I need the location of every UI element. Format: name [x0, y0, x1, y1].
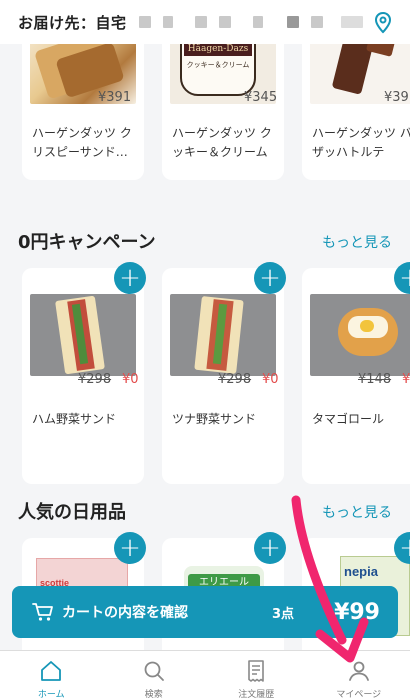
product-name: ハーゲンダッツ クッキー＆クリーム — [172, 126, 272, 159]
product-price: ¥391 — [98, 90, 132, 105]
view-cart-label: カートの内容を確認 — [62, 605, 188, 621]
product-image — [170, 294, 276, 376]
product-flavor-text: クッキー＆クリーム — [186, 61, 250, 69]
user-icon — [348, 661, 369, 681]
product-name: ハーゲンダッツ バー ザッハトルテ — [312, 126, 410, 159]
bottom-navigation: ホーム 検索 注文履歴 マイページ — [0, 650, 410, 700]
nav-my-page-label: マイページ — [336, 690, 382, 700]
product-price: ¥345 — [244, 90, 278, 105]
home-icon — [41, 661, 62, 681]
brand-text: nepia — [344, 564, 378, 579]
product-price: ¥39 — [384, 90, 409, 105]
cart-icon — [32, 603, 53, 621]
daily-goods-section-title: 人気の日用品 — [18, 502, 126, 523]
view-cart-button[interactable]: カートの内容を確認 3点 ¥99 — [12, 586, 398, 638]
receipt-icon — [248, 660, 265, 682]
product-brand-text: Häagen-Dazs — [184, 44, 252, 56]
add-to-cart-button[interactable]: + — [254, 532, 286, 564]
redacted-address — [138, 16, 375, 28]
plus-icon: + — [399, 263, 410, 293]
original-price: ¥298 — [78, 372, 112, 387]
product-name: ハム野菜サンド — [32, 412, 117, 426]
nav-my-page[interactable]: マイページ — [308, 651, 410, 700]
nav-order-history-label: 注文履歴 — [238, 690, 275, 700]
nav-order-history[interactable]: 注文履歴 — [205, 651, 308, 700]
delivery-header[interactable]: お届け先：自宅 — [0, 0, 410, 44]
plus-icon: + — [259, 263, 281, 293]
location-pin-icon[interactable] — [374, 12, 392, 34]
home-feed[interactable]: ¥391 ハーゲンダッツ クリスピーサンド… Häagen-Dazs クッキー＆… — [0, 44, 410, 650]
daily-goods-more-link[interactable]: もっと見る — [322, 502, 392, 522]
add-to-cart-button[interactable]: + — [254, 262, 286, 294]
add-to-cart-button[interactable]: + — [114, 532, 146, 564]
plus-icon: + — [399, 533, 410, 563]
campaign-section-title: 0円キャンペーン — [18, 232, 156, 253]
search-icon — [144, 661, 164, 681]
product-card[interactable]: ¥298 ¥0 ハム野菜サンド — [22, 268, 144, 484]
original-price: ¥298 — [218, 372, 252, 387]
nav-home[interactable]: ホーム — [0, 651, 103, 700]
product-image — [310, 294, 410, 376]
product-card[interactable]: ¥298 ¥0 ツナ野菜サンド — [162, 268, 284, 484]
cart-total: ¥99 — [334, 599, 380, 625]
nav-search[interactable]: 検索 — [103, 651, 206, 700]
plus-icon: + — [119, 263, 141, 293]
delivery-address-label: お届け先：自宅 — [18, 13, 127, 32]
campaign-price: ¥0 — [262, 372, 279, 387]
plus-icon: + — [119, 533, 141, 563]
nav-search-label: 検索 — [144, 690, 163, 700]
product-name: タマゴロール — [312, 412, 385, 426]
product-name: ツナ野菜サンド — [172, 412, 257, 426]
product-card[interactable]: ¥148 ¥0 タマゴロール — [302, 268, 410, 484]
product-name: ハーゲンダッツ クリスピーサンド… — [32, 126, 132, 159]
cart-item-count: 3点 — [271, 606, 294, 622]
campaign-price: ¥0 — [122, 372, 139, 387]
nav-home-label: ホーム — [37, 690, 65, 700]
campaign-more-link[interactable]: もっと見る — [322, 232, 392, 252]
product-card[interactable]: ¥39 ハーゲンダッツ バー ザッハトルテ — [302, 44, 410, 180]
product-card[interactable]: Häagen-Dazs クッキー＆クリーム ¥345 ハーゲンダッツ クッキー＆… — [162, 44, 284, 180]
product-card[interactable]: ¥391 ハーゲンダッツ クリスピーサンド… — [22, 44, 144, 180]
campaign-price: ¥0 — [402, 372, 410, 387]
plus-icon: + — [259, 533, 281, 563]
product-image — [30, 294, 136, 376]
add-to-cart-button[interactable]: + — [114, 262, 146, 294]
original-price: ¥148 — [358, 372, 392, 387]
